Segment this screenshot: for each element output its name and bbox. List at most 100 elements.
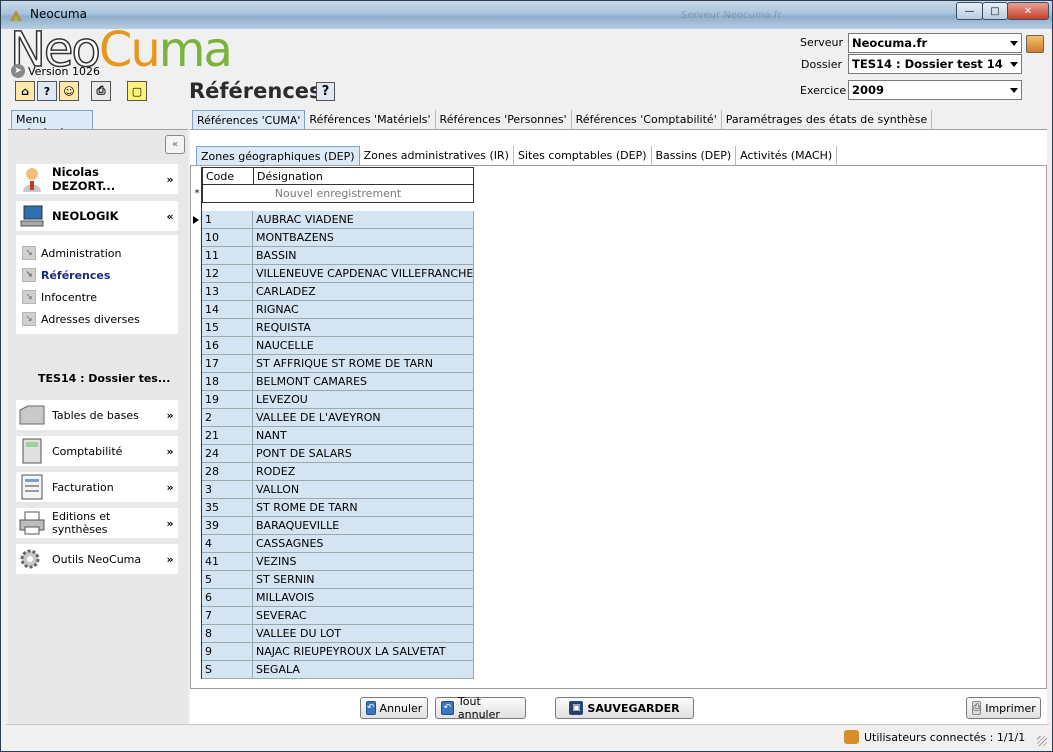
tab-parametrages[interactable]: Paramétrages des états de synthèse [722, 110, 933, 129]
cell-designation[interactable]: BASSIN [253, 247, 474, 265]
cell-designation[interactable]: ST ROME DE TARN [253, 499, 474, 517]
table-row[interactable]: 17 ST AFFRIQUE ST ROME DE TARN [202, 355, 474, 373]
table-row[interactable]: 14 RIGNAC [202, 301, 474, 319]
table-row[interactable]: 2 VALLEE DE L'AVEYRON [202, 409, 474, 427]
org-item[interactable]: NEOLOGIK « [16, 201, 178, 231]
cell-code[interactable]: 39 [202, 517, 253, 535]
cell-code[interactable]: 14 [202, 301, 253, 319]
table-row[interactable]: 1 AUBRAC VIADENE [202, 211, 474, 229]
table-row[interactable]: 6 MILLAVOIS [202, 589, 474, 607]
cell-designation[interactable]: BELMONT CAMARES [253, 373, 474, 391]
table-row[interactable]: 12 VILLENEUVE CAPDENAC VILLEFRANCHE [202, 265, 474, 283]
table-row[interactable]: 4 CASSAGNES [202, 535, 474, 553]
table-row[interactable]: 28 RODEZ [202, 463, 474, 481]
print-icon[interactable]: ⎙ [91, 81, 111, 101]
resize-grip[interactable] [1037, 736, 1047, 746]
table-row[interactable]: 9 NAJAC RIEUPEYROUX LA SALVETAT [202, 643, 474, 661]
cell-designation[interactable]: VEZINS [253, 553, 474, 571]
collapse-panel-button[interactable]: « [165, 135, 185, 154]
table-row[interactable]: 24 PONT DE SALARS [202, 445, 474, 463]
column-header-code[interactable]: Code [202, 167, 254, 185]
exercice-select[interactable]: 2009 [848, 80, 1022, 100]
table-row[interactable]: 21 NANT [202, 427, 474, 445]
cell-designation[interactable]: SEGALA [253, 661, 474, 679]
table-row[interactable]: 13 CARLADEZ [202, 283, 474, 301]
cell-designation[interactable]: VALLEE DE L'AVEYRON [253, 409, 474, 427]
section-editions[interactable]: Editions et synthèses » [16, 508, 178, 538]
cell-code[interactable]: 9 [202, 643, 253, 661]
cell-code[interactable]: 10 [202, 229, 253, 247]
cell-designation[interactable]: CASSAGNES [253, 535, 474, 553]
cell-code[interactable]: 41 [202, 553, 253, 571]
subtab-sites-comptables[interactable]: Sites comptables (DEP) [514, 146, 652, 165]
page-help-button[interactable]: ? [316, 82, 335, 101]
cell-designation[interactable]: VALLON [253, 481, 474, 499]
cell-designation[interactable]: ST AFFRIQUE ST ROME DE TARN [253, 355, 474, 373]
section-comptabilite[interactable]: Comptabilité » [16, 436, 178, 466]
dossier-select[interactable]: TES14 : Dossier test 14 [848, 54, 1022, 74]
tout-annuler-button[interactable]: ↶ Tout annuler [435, 695, 526, 721]
table-row[interactable]: 3 VALLON [202, 481, 474, 499]
help-icon[interactable]: ? [37, 81, 57, 101]
sauvegarder-button[interactable]: ▣ SAUVEGARDER [555, 697, 694, 719]
imprimer-button[interactable]: ⎙ Imprimer [966, 697, 1041, 719]
cell-code[interactable]: 3 [202, 481, 253, 499]
cell-code[interactable]: 17 [202, 355, 253, 373]
subtab-zones-administratives[interactable]: Zones administratives (IR) [360, 146, 514, 165]
table-row[interactable]: 15 REQUISTA [202, 319, 474, 337]
cell-designation[interactable]: SEVERAC [253, 607, 474, 625]
cell-designation[interactable]: NAUCELLE [253, 337, 474, 355]
cell-designation[interactable]: VILLENEUVE CAPDENAC VILLEFRANCHE [253, 265, 474, 283]
cell-code[interactable]: 18 [202, 373, 253, 391]
note-icon[interactable]: ▢ [127, 81, 147, 101]
submenu-item-administration[interactable]: ↘ Administration [22, 246, 122, 260]
table-row[interactable]: 7 SEVERAC [202, 607, 474, 625]
cell-code[interactable]: 4 [202, 535, 253, 553]
table-row[interactable]: 16 NAUCELLE [202, 337, 474, 355]
tab-references-personnes[interactable]: Références 'Personnes' [436, 110, 572, 129]
user-item[interactable]: Nicolas DEZORT... » [16, 164, 178, 194]
table-row[interactable]: 39 BARAQUEVILLE [202, 517, 474, 535]
cell-code[interactable]: S [202, 661, 253, 679]
cell-designation[interactable]: MONTBAZENS [253, 229, 474, 247]
cell-code[interactable]: 24 [202, 445, 253, 463]
cell-code[interactable]: 1 [202, 211, 253, 229]
annuler-button[interactable]: ↶ Annuler [360, 697, 428, 719]
column-header-designation[interactable]: Désignation [253, 167, 474, 185]
tab-menu-principal[interactable]: Menu principal [11, 110, 93, 139]
serveur-select[interactable]: Neocuma.fr [848, 33, 1022, 53]
cell-designation[interactable]: NAJAC RIEUPEYROUX LA SALVETAT [253, 643, 474, 661]
submenu-item-references[interactable]: ↘ Références [22, 268, 110, 282]
cell-designation[interactable]: REQUISTA [253, 319, 474, 337]
cell-designation[interactable]: PONT DE SALARS [253, 445, 474, 463]
close-button[interactable]: ✕ [1007, 2, 1049, 20]
submenu-item-infocentre[interactable]: ↘ Infocentre [22, 290, 97, 304]
subtab-activites[interactable]: Activités (MACH) [736, 146, 838, 165]
cell-code[interactable]: 19 [202, 391, 253, 409]
cell-designation[interactable]: MILLAVOIS [253, 589, 474, 607]
cell-code[interactable]: 28 [202, 463, 253, 481]
table-row[interactable]: S SEGALA [202, 661, 474, 679]
user-icon[interactable] [1026, 35, 1044, 53]
cell-designation[interactable]: BARAQUEVILLE [253, 517, 474, 535]
cell-code[interactable]: 21 [202, 427, 253, 445]
table-row[interactable]: 18 BELMONT CAMARES [202, 373, 474, 391]
tab-references-materiels[interactable]: Références 'Matériels' [305, 110, 436, 129]
cell-code[interactable]: 15 [202, 319, 253, 337]
subtab-bassins[interactable]: Bassins (DEP) [652, 146, 737, 165]
cell-code[interactable]: 5 [202, 571, 253, 589]
tab-references-cuma[interactable]: Références 'CUMA' [192, 110, 306, 129]
table-row[interactable]: 35 ST ROME DE TARN [202, 499, 474, 517]
cell-designation[interactable]: LEVEZOU [253, 391, 474, 409]
cell-code[interactable]: 2 [202, 409, 253, 427]
cell-designation[interactable]: CARLADEZ [253, 283, 474, 301]
cell-code[interactable]: 7 [202, 607, 253, 625]
cell-designation[interactable]: RIGNAC [253, 301, 474, 319]
maximize-button[interactable]: □ [982, 2, 1008, 20]
table-row[interactable]: 41 VEZINS [202, 553, 474, 571]
cell-code[interactable]: 16 [202, 337, 253, 355]
submenu-item-adresses[interactable]: ↘ Adresses diverses [22, 312, 140, 326]
table-row[interactable]: 19 LEVEZOU [202, 391, 474, 409]
cell-code[interactable]: 35 [202, 499, 253, 517]
cell-designation[interactable]: NANT [253, 427, 474, 445]
